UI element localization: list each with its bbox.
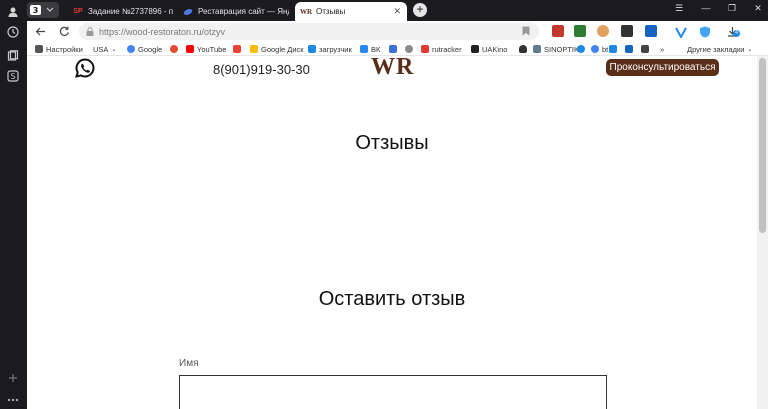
tab-restavraciya[interactable]: Реставрация сайт — Янде [177,2,289,21]
restore-icon[interactable]: ❐ [725,3,739,14]
extension-counter-icon[interactable] [574,25,586,37]
downloads-badge: 4 [733,30,740,37]
chevron-down-icon: ⌄ [111,46,117,53]
google-icon [591,45,599,53]
browser-toolbar: https://wood-restoraton.ru/otzyv 4 [27,21,768,42]
svg-text:3: 3 [33,6,39,15]
url-text: https://wood-restoraton.ru/otzyv [99,26,226,37]
sinoptik-icon [533,45,541,53]
yandex-browser-icon [183,7,193,17]
bookmarks-overflow[interactable]: » [660,43,664,55]
bookmark-youtube[interactable]: YouTube [186,43,226,55]
bookmark-rutracker[interactable]: rutracker [421,43,462,55]
rutracker-icon [421,45,429,53]
site-logo[interactable]: WR [371,56,414,79]
bookmarks-bar: Настройки USA ⌄ Google YouTube Google Дис… [27,42,768,56]
leave-review-heading: Оставить отзыв [318,288,466,310]
extension-vpn-icon[interactable] [675,25,687,40]
close-window-icon[interactable]: ✕ [751,3,765,14]
bookmark-translate[interactable] [389,43,397,55]
bookmark-red[interactable] [170,43,178,55]
uakino-icon [471,45,479,53]
blue-circle-icon [577,45,585,53]
whatsapp-icon[interactable] [74,57,96,79]
name-label: Имя [179,358,199,369]
scrollbar-thumb[interactable] [759,58,766,233]
bookmark-usa[interactable]: USA ⌄ [93,43,116,55]
translate-icon [389,45,397,53]
bookmark-sinoptik[interactable]: SINOPTIK [533,43,579,55]
bookmark-google-bt[interactable]: bt [591,43,608,55]
web-page: 8(901)919-30-30 WR Проконсультироваться … [27,56,757,409]
svg-text:S: S [10,72,15,81]
google-icon [127,45,135,53]
extension-face-icon[interactable] [597,25,609,37]
bookmark-google[interactable]: Google [127,43,162,55]
person-icon [519,45,527,53]
vk-icon [360,45,368,53]
tab-otzyvy[interactable]: WR Отзывы ✕ [295,2,407,21]
sp-favicon-icon: SP [73,8,83,15]
wr-favicon-icon: WR [299,7,313,16]
reload-icon[interactable] [57,24,71,38]
bookmark-circle[interactable] [577,43,585,55]
bookmark-grid[interactable] [641,43,649,55]
bookmark-icon[interactable] [519,24,533,38]
settings-gear-icon [405,45,413,53]
arrow-left-icon [625,45,633,53]
profile-icon[interactable] [5,4,21,20]
bookmark-gear[interactable] [405,43,413,55]
extension-flag-icon[interactable] [645,25,657,37]
bookmark-uakino[interactable]: UAKino [471,43,507,55]
page-scrollbar[interactable] [757,56,768,409]
new-tab-button[interactable]: + [413,3,427,17]
bookmark-google-drive[interactable]: Google Диск [250,43,304,55]
extension-shield-icon[interactable] [699,25,711,38]
address-bar[interactable]: https://wood-restoraton.ru/otzyv [79,23,539,40]
collections-icon[interactable] [5,48,21,64]
back-icon[interactable] [33,24,47,38]
tab-label: Задание №2737896 - про [88,7,173,16]
close-tab-icon[interactable]: ✕ [393,6,401,17]
bookmark-downloader[interactable]: загрузчик [308,43,352,55]
tab-group-button[interactable]: 3 [27,2,59,18]
p-icon [609,45,617,53]
other-bookmarks[interactable]: Другие закладки ⌄ [687,43,753,55]
red-circle-icon [170,45,178,53]
bookmark-gmail[interactable] [233,43,241,55]
menu-icon[interactable]: ☰ [672,3,686,14]
tab-label: Отзывы [316,7,346,16]
tab-zadanie[interactable]: SP Задание №2737896 - про [67,2,173,21]
chevron-down-icon: ⌄ [747,46,753,53]
pinned-app-s-icon[interactable]: S [5,68,21,84]
tab-label: Реставрация сайт — Янде [198,7,289,16]
consult-button[interactable]: Проконсультироваться [606,59,719,76]
bookmark-person[interactable] [519,43,527,55]
downloader-icon [308,45,316,53]
google-drive-icon [250,45,258,53]
minimize-icon[interactable]: — [699,3,713,13]
bookmark-p[interactable] [609,43,617,55]
bookmark-vk[interactable]: ВК [360,43,380,55]
extension-arrow-icon[interactable] [621,25,633,37]
more-icon[interactable] [5,392,21,408]
site-phone[interactable]: 8(901)919-30-30 [213,62,310,77]
downloads-icon[interactable]: 4 [725,24,740,38]
reviews-heading: Отзывы [355,132,429,154]
sidebar-dock: S [0,0,27,409]
youtube-icon [186,45,194,53]
tab-strip: 3 SP Задание №2737896 - про Реставрация … [27,0,768,21]
add-panel-icon[interactable] [5,370,21,386]
lock-icon[interactable] [85,27,95,37]
gear-icon [35,45,43,53]
grid-icon [641,45,649,53]
gmail-icon [233,45,241,53]
bookmark-arrow[interactable] [625,43,633,55]
bookmark-settings[interactable]: Настройки [35,43,83,55]
extension-adblock-icon[interactable] [552,25,564,37]
history-icon[interactable] [5,24,21,40]
name-input[interactable] [179,375,607,409]
